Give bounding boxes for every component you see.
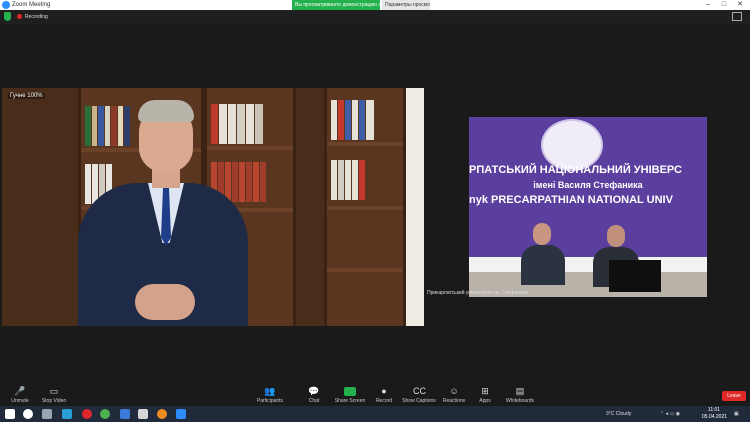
show-captions-button[interactable]: CC Show Captions [399,384,439,406]
smiley-icon: ☺ [449,386,459,396]
laptop [609,260,661,292]
participant-name-label: Прикарпатський університет ім. Стефаника [427,290,528,296]
university-banner: РПАТСЬКИЙ НАЦІОНАЛЬНИЙ УНІВЕРС імені Вас… [469,117,707,257]
minimize-button[interactable]: – [702,0,714,10]
video-camera-icon: ▭ [49,386,59,396]
participant-video-tile[interactable]: РПАТСЬКИЙ НАЦІОНАЛЬНИЙ УНІВЕРС імені Вас… [469,117,707,297]
windows-start-icon[interactable] [5,409,15,419]
banner-text-line1: РПАТСЬКИЙ НАЦІОНАЛЬНИЙ УНІВЕРС [469,164,682,176]
chat-label: Chat [308,398,320,404]
weather-widget[interactable]: 3°C Cloudy [606,406,631,422]
whiteboards-button[interactable]: ▤ Whiteboards [500,384,540,406]
participants-icon: 👥 [264,386,276,396]
zoom-level-label: Гучне 100% [8,93,45,99]
recording-label[interactable]: Recording [25,10,48,24]
opera-browser-icon[interactable] [82,409,92,419]
books [331,160,366,200]
record-icon: ● [381,386,387,396]
banner-text-line3: nyk PRECARPATHIAN NATIONAL UNIV [469,194,673,206]
main-video-tile[interactable]: Гучне 100% [2,88,424,326]
chrome-browser-icon[interactable] [100,409,110,419]
bookcase-right [324,88,406,326]
meeting-info-bar: Recording [0,10,750,24]
show-captions-label: Show Captions [402,398,436,404]
speaker-hands [135,284,195,320]
shelf [207,146,293,150]
task-view-icon[interactable] [42,409,52,419]
participants-label: Participants [256,398,284,404]
participant-head [533,223,551,245]
apps-button[interactable]: ⊞ Apps [465,384,505,406]
chat-button[interactable]: 💬 Chat [294,384,334,406]
view-options-button[interactable]: Параметры просмотра [382,0,430,10]
clock-time: 11:01 [707,407,721,413]
window-titlebar: Zoom Meeting Вы просматриваете демонстра… [0,0,750,10]
sharing-notice-pill[interactable]: Вы просматриваете демонстрацию экрана [292,0,380,10]
photos-icon[interactable] [138,409,148,419]
notification-icon[interactable]: ▣ [734,406,739,422]
stop-video-label: Stop Video [41,398,67,404]
recording-dot-icon [17,14,22,19]
store-icon[interactable] [120,409,130,419]
whiteboard-icon: ▤ [515,386,525,396]
books [331,100,375,140]
zoom-app-icon [2,1,10,9]
apps-grid-icon: ⊞ [481,386,489,396]
captions-icon: CC [413,386,426,396]
share-screen-icon [344,387,356,396]
record-button[interactable]: ● Record [364,384,404,406]
participant-body [521,245,565,285]
books [85,106,131,146]
whiteboards-label: Whiteboards [505,398,535,404]
meeting-controls-toolbar: 🎤 Unmute ▭ Stop Video 👥 Participants 💬 C… [0,384,750,406]
apps-label: Apps [479,398,491,404]
taskbar-clock[interactable]: 11:01 05.04.2021 [702,407,728,421]
shelf [327,142,403,146]
firefox-browser-icon[interactable] [157,409,167,419]
books [211,104,264,144]
edge-browser-icon[interactable] [62,409,72,419]
banner-text-line2: імені Василя Стефаника [533,180,643,190]
leave-button[interactable]: Leave [722,391,746,401]
window-title: Zoom Meeting [12,2,51,8]
search-icon[interactable] [23,409,33,419]
system-tray-icons[interactable]: ⌃ ◂ ▭ ◉ [660,406,680,422]
stop-video-button[interactable]: ▭ Stop Video [34,384,74,406]
microphone-icon: 🎤 [14,386,26,396]
participant-head [607,225,625,247]
chat-icon: 💬 [308,386,320,396]
participants-button[interactable]: 👥 Participants [250,384,290,406]
maximize-button[interactable]: □ [718,0,730,10]
view-layout-icon[interactable] [732,12,742,21]
shelf [327,206,403,210]
close-button[interactable]: ✕ [734,0,746,10]
shelf [327,268,403,272]
wall [406,88,424,326]
record-label: Record [375,398,393,404]
shield-icon[interactable] [4,12,11,21]
speaker-hair [138,100,194,122]
windows-taskbar: 3°C Cloudy ⌃ ◂ ▭ ◉ 11:01 05.04.2021 ▣ [0,406,750,422]
clock-date: 05.04.2021 [702,414,728,420]
zoom-taskbar-icon[interactable] [176,409,186,419]
